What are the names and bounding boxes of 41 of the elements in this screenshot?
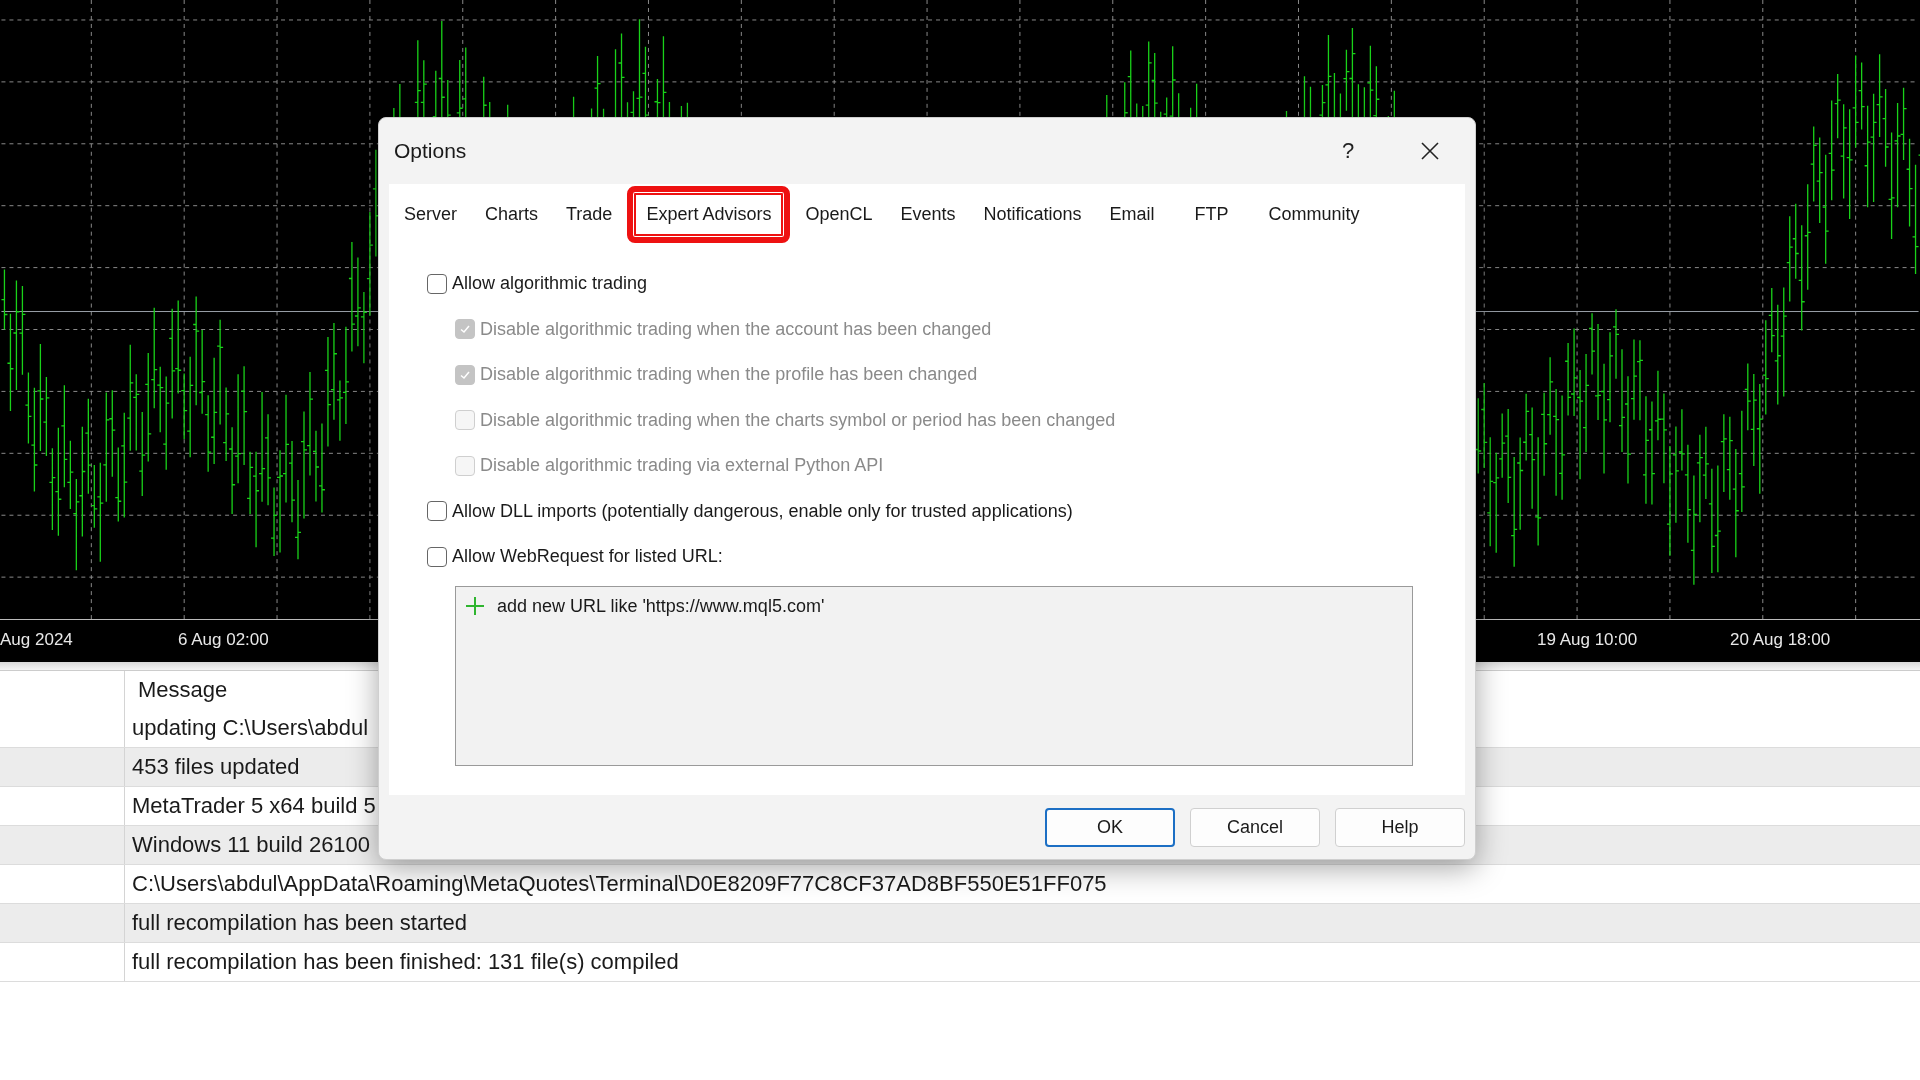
log-message: MetaTrader 5 x64 build 5 — [132, 793, 376, 818]
tab[interactable]: Charts — [472, 196, 552, 233]
tab[interactable]: Trade — [553, 196, 626, 233]
time-axis-label: 19 Aug 10:00 — [1537, 630, 1638, 651]
checkbox[interactable] — [427, 501, 447, 522]
dialog-button[interactable]: Help — [1335, 807, 1465, 847]
time-axis-label: Aug 2024 — [0, 630, 73, 651]
option-label: Disable algorithmic trading when the account has been changed — [480, 318, 992, 340]
log-message: updating C:\Users\abdul — [132, 715, 369, 740]
add-url-item[interactable]: add new URL like 'https://www.mql5.com' — [497, 595, 825, 617]
dialog-button[interactable]: OK — [1045, 807, 1175, 847]
tab[interactable]: Email — [1096, 196, 1168, 233]
log-message: C:\Users\abdul\AppData\Roaming\MetaQuotes\Terminal\D0E8209F77C8CF37AD8BF550E51FF075 — [132, 871, 1107, 896]
dialog-button[interactable]: Cancel — [1190, 807, 1320, 847]
log-message: full recompilation has been started — [132, 910, 468, 935]
option-label: Disable algorithmic trading when the charts symbol or period has been changed — [480, 409, 1116, 431]
option-label: Allow WebRequest for listed URL: — [452, 546, 723, 568]
tab[interactable]: Expert Advisors — [627, 186, 791, 243]
option-label: Allow algorithmic trading — [452, 273, 648, 295]
close-icon — [1421, 142, 1439, 160]
window-title: Options — [394, 139, 468, 163]
checkbox[interactable] — [427, 273, 447, 294]
option-label: Allow DLL imports (potentially dangerous, enable only for trusted applications) — [452, 500, 1073, 522]
tab[interactable]: Events — [887, 196, 969, 233]
tab[interactable]: OpenCL — [792, 196, 886, 233]
log-message: 453 files updated — [132, 754, 300, 779]
checkbox[interactable] — [427, 546, 447, 567]
help-button[interactable]: ? — [1333, 136, 1363, 166]
tab[interactable]: FTP — [1181, 196, 1242, 233]
time-axis-label: 20 Aug 18:00 — [1730, 630, 1831, 651]
tab[interactable]: Community — [1255, 196, 1373, 233]
log-message: Windows 11 build 26100 — [132, 832, 371, 857]
plus-icon — [465, 596, 485, 616]
time-axis-label: 6 Aug 02:00 — [178, 630, 269, 651]
option-label: Disable algorithmic trading via external Python API — [480, 455, 884, 477]
log-message: full recompilation has been finished: 131 file(s) compiled — [132, 949, 679, 974]
tab[interactable]: Server — [391, 196, 470, 233]
option-label: Disable algorithmic trading when the profile has been changed — [480, 364, 978, 386]
tab[interactable]: Notifications — [970, 196, 1095, 233]
column-header: Message — [138, 677, 228, 702]
check-icon — [459, 323, 471, 336]
